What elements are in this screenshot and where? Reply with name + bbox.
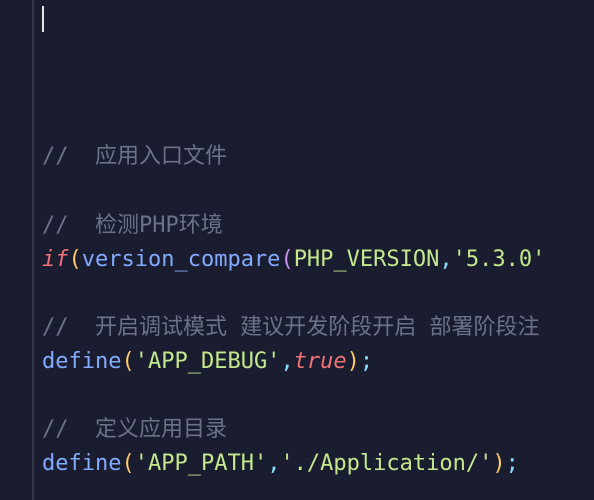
code-token: ; xyxy=(506,451,519,476)
code-token: ( xyxy=(280,247,293,272)
code-token: './Application/' xyxy=(280,451,492,476)
code-line xyxy=(42,106,594,140)
code-token: true xyxy=(294,349,347,374)
code-lines: // 应用入口文件 // 检测PHP环境if(version_compare(P… xyxy=(42,106,594,500)
code-token: 'APP_PATH' xyxy=(135,451,267,476)
code-token: ) xyxy=(347,349,360,374)
code-token: ( xyxy=(69,247,82,272)
code-token: , xyxy=(267,451,280,476)
code-line: // 应用入口文件 xyxy=(42,140,594,174)
code-line: define('APP_PATH','./Application/'); xyxy=(42,447,594,481)
code-token: ( xyxy=(121,349,134,374)
code-line: // 定义应用目录 xyxy=(42,413,594,447)
text-cursor xyxy=(42,6,44,32)
code-token: PHP_VERSION xyxy=(294,247,440,272)
code-token: define xyxy=(42,349,121,374)
code-line xyxy=(42,277,594,311)
code-line: // 开启调试模式 建议开发阶段开启 部署阶段注 xyxy=(42,311,594,345)
code-token: // 检测PHP环境 xyxy=(42,213,223,238)
code-line: // 检测PHP环境 xyxy=(42,209,594,243)
code-token: // 应用入口文件 xyxy=(42,144,227,169)
code-token: , xyxy=(280,349,293,374)
code-line xyxy=(42,174,594,208)
code-token: ( xyxy=(121,451,134,476)
code-token: '5.3.0' xyxy=(453,247,546,272)
code-line xyxy=(42,481,594,500)
code-line xyxy=(42,379,594,413)
code-token: 'APP_DEBUG' xyxy=(135,349,281,374)
code-editor[interactable]: // 应用入口文件 // 检测PHP环境if(version_compare(P… xyxy=(0,0,594,500)
code-token: ; xyxy=(360,349,373,374)
editor-gutter xyxy=(0,0,34,500)
code-token: // 定义应用目录 xyxy=(42,417,227,442)
code-token: ) xyxy=(492,451,505,476)
code-line: define('APP_DEBUG',true); xyxy=(42,345,594,379)
code-token: version_compare xyxy=(82,247,281,272)
code-token: if xyxy=(42,247,69,272)
code-area[interactable]: // 应用入口文件 // 检测PHP环境if(version_compare(P… xyxy=(34,0,594,500)
code-token: , xyxy=(439,247,452,272)
code-line: if(version_compare(PHP_VERSION,'5.3.0' xyxy=(42,243,594,277)
code-token: // 开启调试模式 建议开发阶段开启 部署阶段注 xyxy=(42,315,539,340)
code-token: define xyxy=(42,451,121,476)
